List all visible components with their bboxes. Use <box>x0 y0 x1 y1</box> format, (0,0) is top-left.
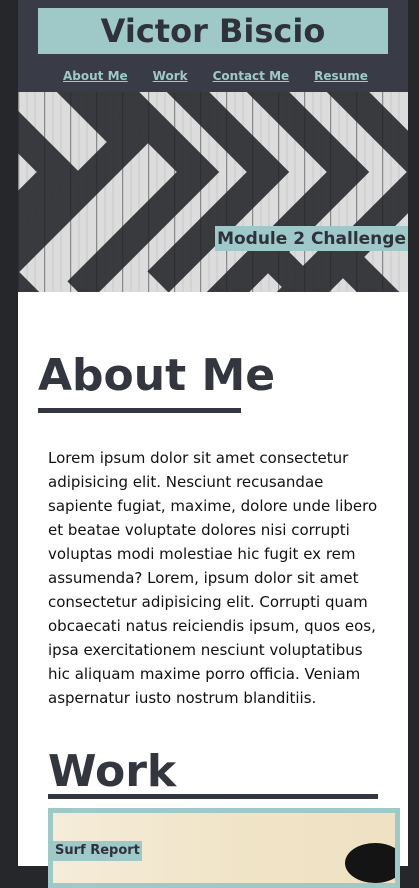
hero-chevron-image <box>18 92 408 292</box>
about-divider <box>38 408 241 413</box>
main-nav: About Me Work Contact Me Resume <box>63 69 393 85</box>
about-paragraph: Lorem ipsum dolor sit amet consectetur a… <box>48 449 378 707</box>
work-card-surf-report[interactable]: Surf Report <box>48 808 400 888</box>
nav-link-work[interactable]: Work <box>153 69 188 85</box>
work-card-label: Surf Report <box>53 841 142 861</box>
hero-label: Module 2 Challenge <box>215 226 408 251</box>
site-title: Victor Biscio <box>38 8 388 54</box>
about-heading: About Me <box>38 350 276 401</box>
hero-banner: Module 2 Challenge <box>18 92 408 292</box>
page-container: Victor Biscio About Me Work Contact Me R… <box>18 0 408 888</box>
work-heading: Work <box>48 746 177 797</box>
nav-link-contact-me[interactable]: Contact Me <box>213 69 290 85</box>
work-divider <box>48 794 378 799</box>
site-header: Victor Biscio About Me Work Contact Me R… <box>18 0 408 92</box>
nav-link-resume[interactable]: Resume <box>314 69 368 85</box>
nav-link-about-me[interactable]: About Me <box>63 69 128 85</box>
work-card-image-shape <box>345 843 395 883</box>
